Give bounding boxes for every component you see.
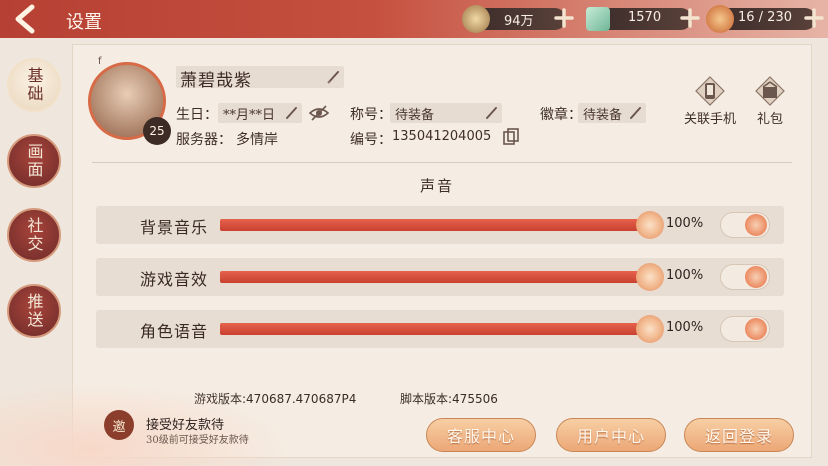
voice-slider-handle[interactable] bbox=[636, 315, 664, 343]
sound-row-sfx: 游戏音效 100% bbox=[96, 258, 784, 296]
add-stamina-button[interactable] bbox=[802, 6, 826, 30]
coin-value: 94万 bbox=[504, 14, 534, 29]
script-version: 脚本版本:475506 bbox=[400, 392, 498, 406]
tab-basic[interactable]: 基础 bbox=[7, 58, 61, 112]
jade-counter: 1570 bbox=[586, 7, 700, 31]
bgm-toggle[interactable] bbox=[720, 212, 770, 238]
invite-seal[interactable]: 邀 bbox=[104, 410, 134, 440]
customer-service-button[interactable]: 客服中心 bbox=[426, 418, 536, 452]
copy-icon[interactable] bbox=[502, 128, 520, 146]
sound-section-title: 声音 bbox=[420, 177, 455, 195]
voice-label: 角色语音 bbox=[140, 322, 209, 341]
sfx-toggle-knob bbox=[745, 266, 767, 288]
sfx-slider[interactable] bbox=[220, 263, 664, 291]
avatar-mark: f bbox=[98, 56, 102, 67]
title-value: 待装备 bbox=[395, 108, 435, 123]
back-to-login-button[interactable]: 返回登录 bbox=[684, 418, 794, 452]
back-arrow-icon[interactable] bbox=[8, 2, 42, 36]
bgm-slider-handle[interactable] bbox=[636, 211, 664, 239]
voice-toggle[interactable] bbox=[720, 316, 770, 342]
tab-social-label: 社交 bbox=[24, 217, 44, 253]
tab-social[interactable]: 社交 bbox=[7, 208, 61, 262]
sound-row-voice: 角色语音 100% bbox=[96, 310, 784, 348]
avatar[interactable]: 25 bbox=[88, 62, 171, 145]
tab-graphics-label: 画面 bbox=[24, 143, 44, 179]
sfx-slider-fill bbox=[220, 271, 650, 283]
bgm-slider[interactable] bbox=[220, 211, 664, 239]
add-jade-button[interactable] bbox=[678, 6, 702, 30]
tab-graphics[interactable]: 画面 bbox=[7, 134, 61, 188]
birthday-field: **月**日 bbox=[218, 103, 302, 123]
id-value: 135041204005 bbox=[392, 129, 492, 144]
id-label: 编号： bbox=[350, 132, 392, 148]
birthday-label: 生日： bbox=[176, 107, 218, 123]
page-title: 设置 bbox=[66, 12, 102, 33]
sfx-label: 游戏音效 bbox=[140, 270, 209, 289]
voice-percent: 100% bbox=[666, 320, 704, 335]
user-center-button[interactable]: 用户中心 bbox=[556, 418, 666, 452]
link-phone-button[interactable]: 关联手机 bbox=[678, 76, 742, 127]
coin-icon bbox=[462, 5, 490, 33]
birthday-value: **月**日 bbox=[223, 108, 276, 123]
sfx-slider-handle[interactable] bbox=[636, 263, 664, 291]
badge-label: 徽章： bbox=[540, 107, 582, 123]
voice-slider-fill bbox=[220, 323, 650, 335]
voice-slider[interactable] bbox=[220, 315, 664, 343]
jade-icon bbox=[586, 7, 610, 31]
gift-button[interactable]: 礼包 bbox=[740, 76, 800, 127]
badge-field[interactable]: 待装备 bbox=[578, 103, 646, 123]
coin-counter: 94万 bbox=[462, 5, 574, 33]
add-coin-button[interactable] bbox=[552, 6, 576, 30]
bgm-slider-fill bbox=[220, 219, 650, 231]
player-name: 萧碧哉紫 bbox=[180, 71, 252, 91]
edit-title-pencil-icon[interactable] bbox=[484, 105, 500, 121]
invite-subtitle: 30级前可接受好友款待 bbox=[146, 435, 249, 446]
title-label: 称号： bbox=[350, 107, 392, 123]
link-phone-label: 关联手机 bbox=[683, 112, 736, 127]
server-value: 多情岸 bbox=[236, 132, 278, 148]
hide-eye-icon[interactable] bbox=[308, 104, 330, 122]
tab-basic-label: 基础 bbox=[24, 67, 44, 103]
level-badge: 25 bbox=[143, 117, 171, 145]
title-field[interactable]: 待装备 bbox=[390, 103, 502, 123]
phone-icon bbox=[695, 76, 725, 106]
bgm-percent: 100% bbox=[666, 216, 704, 231]
stamina-counter: 16 / 230 bbox=[706, 5, 824, 33]
bgm-label: 背景音乐 bbox=[140, 218, 209, 237]
stamina-value: 16 / 230 bbox=[738, 10, 792, 25]
jade-value: 1570 bbox=[628, 10, 662, 25]
tab-push-label: 推送 bbox=[24, 293, 44, 329]
bgm-toggle-knob bbox=[745, 214, 767, 236]
edit-badge-pencil-icon[interactable] bbox=[628, 105, 644, 121]
edit-birthday-pencil-icon[interactable] bbox=[284, 105, 300, 121]
gift-label: 礼包 bbox=[756, 112, 783, 127]
gift-icon bbox=[755, 76, 785, 106]
divider bbox=[92, 162, 792, 163]
badge-value: 待装备 bbox=[583, 108, 623, 123]
sound-row-bgm: 背景音乐 100% bbox=[96, 206, 784, 244]
player-name-field: 萧碧哉紫 bbox=[176, 66, 344, 91]
sfx-toggle[interactable] bbox=[720, 264, 770, 290]
top-bar: 设置 94万 1570 16 / 230 bbox=[0, 0, 828, 38]
server-label: 服务器： bbox=[176, 132, 232, 148]
voice-toggle-knob bbox=[745, 318, 767, 340]
tab-push[interactable]: 推送 bbox=[7, 284, 61, 338]
food-bowl-icon bbox=[706, 5, 734, 33]
edit-name-pencil-icon[interactable] bbox=[326, 69, 342, 85]
sfx-percent: 100% bbox=[666, 268, 704, 283]
